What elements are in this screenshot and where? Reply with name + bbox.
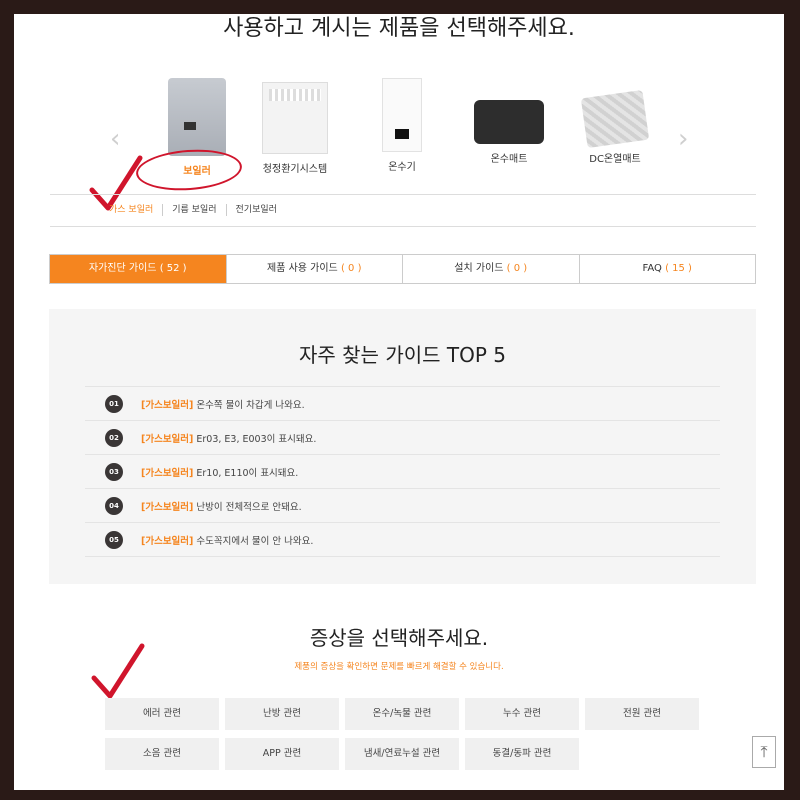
page: 사용하고 계시는 제품을 선택해주세요. ‹ › 보일러 청정환기시스템 온수기… (14, 14, 784, 790)
rank-badge: 05 (105, 530, 123, 549)
water-mat-image (474, 100, 544, 144)
subnav-electric-boiler[interactable]: 전기보일러 (225, 204, 286, 216)
ventilation-image (262, 82, 328, 154)
list-item[interactable]: 04 [가스보일러] 난방이 전체적으로 안돼요. (85, 489, 720, 523)
symptom-power-button[interactable]: 전원 관련 (585, 698, 699, 730)
product-ventilation[interactable]: 청정환기시스템 (240, 78, 350, 176)
tab-label: FAQ (642, 263, 662, 274)
tab-usage-guide[interactable]: 제품 사용 가이드 ( 0 ) (225, 255, 403, 283)
list-item[interactable]: 03 [가스보일러] Er10, E110이 표시돼요. (85, 455, 720, 489)
symptom-smell-button[interactable]: 냄새/연료누설 관련 (345, 738, 459, 770)
page-title: 사용하고 계시는 제품을 선택해주세요. (223, 16, 575, 41)
item-text: 난방이 전체적으로 안돼요. (196, 501, 302, 513)
tab-label: 자가진단 가이드 (88, 263, 157, 274)
arrow-up-icon: ⤒ (760, 742, 768, 761)
symptom-leak-button[interactable]: 누수 관련 (465, 698, 579, 730)
product-label: 온수매트 (490, 154, 528, 165)
guide-tabs: 자가진단 가이드 ( 52 ) 제품 사용 가이드 ( 0 ) 설치 가이드 (… (49, 254, 756, 284)
symptom-app-button[interactable]: APP 관련 (225, 738, 339, 770)
top5-list: 01 [가스보일러] 온수쪽 물이 차갑게 나와요. 02 [가스보일러] Er… (85, 386, 720, 557)
check-mark-icon (91, 643, 145, 699)
item-text: Er03, E3, E003이 표시돼요. (196, 433, 317, 445)
divider (50, 194, 756, 195)
dc-mat-image (580, 89, 650, 149)
rank-badge: 04 (105, 496, 123, 515)
item-category: [가스보일러] (141, 467, 194, 479)
product-label: 청정환기시스템 (262, 164, 328, 175)
rank-badge: 02 (105, 428, 123, 447)
item-text: 수도꼭지에서 물이 안 나와요. (196, 535, 314, 547)
product-water-heater[interactable]: 온수기 (347, 78, 457, 174)
list-item[interactable]: 01 [가스보일러] 온수쪽 물이 차갑게 나와요. (85, 387, 720, 421)
chevron-left-icon[interactable]: ‹ (110, 124, 120, 154)
item-text: Er10, E110이 표시돼요. (196, 467, 299, 479)
product-water-mat[interactable]: 온수매트 (454, 78, 564, 166)
symptom-error-button[interactable]: 에러 관련 (105, 698, 219, 730)
sub-category-nav: 가스 보일러 기름 보일러 전기보일러 (109, 204, 286, 216)
symptom-hot-water-button[interactable]: 온수/녹물 관련 (345, 698, 459, 730)
product-label: 온수기 (388, 162, 416, 173)
tab-count: ( 52 ) (159, 263, 187, 274)
tab-count: ( 15 ) (665, 263, 692, 274)
tab-count: ( 0 ) (340, 263, 362, 274)
item-text: 온수쪽 물이 차갑게 나와요. (196, 399, 305, 411)
subnav-gas-boiler[interactable]: 가스 보일러 (109, 204, 162, 216)
list-item[interactable]: 05 [가스보일러] 수도꼭지에서 물이 안 나와요. (85, 523, 720, 557)
tab-faq[interactable]: FAQ ( 15 ) (578, 255, 756, 283)
scroll-top-button[interactable]: ⤒ (752, 736, 776, 768)
rank-badge: 01 (105, 394, 123, 413)
item-category: [가스보일러] (141, 399, 194, 411)
tab-install-guide[interactable]: 설치 가이드 ( 0 ) (402, 255, 579, 283)
list-item[interactable]: 02 [가스보일러] Er03, E3, E003이 표시돼요. (85, 421, 720, 455)
item-category: [가스보일러] (141, 535, 194, 547)
water-heater-image (382, 78, 422, 152)
symptom-freeze-button[interactable]: 동결/동파 관련 (465, 738, 579, 770)
tab-count: ( 0 ) (506, 263, 528, 274)
chevron-right-icon[interactable]: › (678, 124, 688, 154)
tab-self-diagnosis[interactable]: 자가진단 가이드 ( 52 ) (50, 255, 226, 283)
tab-label: 제품 사용 가이드 (267, 263, 338, 274)
item-category: [가스보일러] (141, 501, 194, 513)
product-label: DC온열매트 (589, 154, 641, 165)
item-category: [가스보일러] (141, 433, 194, 445)
rank-badge: 03 (105, 462, 123, 481)
top5-section: 자주 찾는 가이드 TOP 5 01 [가스보일러] 온수쪽 물이 차갑게 나와… (49, 309, 756, 584)
product-dc-mat[interactable]: DC온열매트 (560, 78, 670, 166)
top5-title: 자주 찾는 가이드 TOP 5 (299, 343, 506, 367)
tab-label: 설치 가이드 (454, 263, 504, 274)
divider (50, 226, 756, 227)
boiler-image (168, 78, 226, 156)
subnav-oil-boiler[interactable]: 기름 보일러 (162, 204, 225, 216)
symptom-noise-button[interactable]: 소음 관련 (105, 738, 219, 770)
symptom-heating-button[interactable]: 난방 관련 (225, 698, 339, 730)
